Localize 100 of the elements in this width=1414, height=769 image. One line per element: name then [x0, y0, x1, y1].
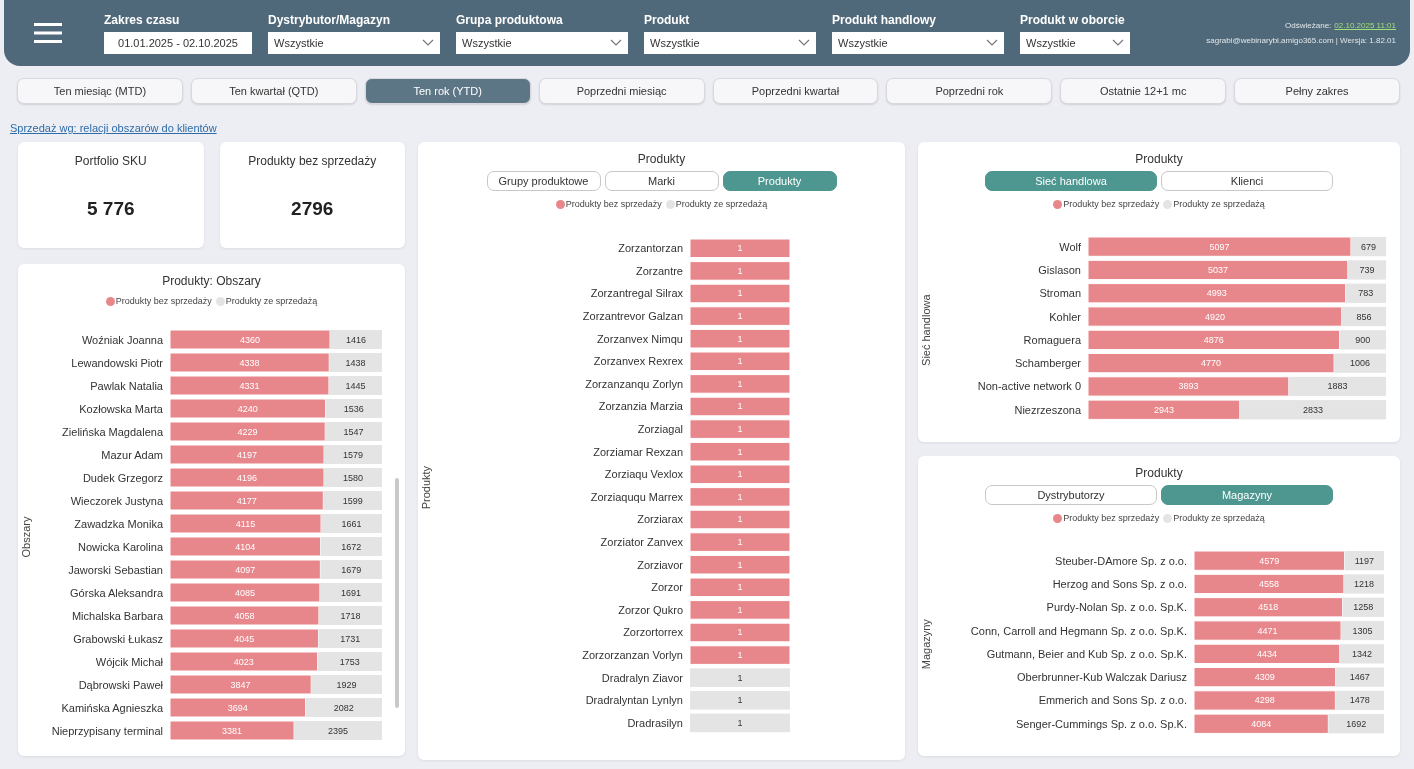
data-label: 4770 [1201, 358, 1222, 369]
category-label: Emmerich and Sons Sp. z o.o. [1038, 694, 1187, 707]
view-toggle[interactable]: Dystrybutorzy [985, 485, 1157, 505]
bar[interactable] [324, 445, 382, 464]
period-tab[interactable]: Ten kwartał (QTD) [190, 78, 357, 104]
data-label: 1342 [1351, 648, 1372, 659]
chart-title: Produkty [1135, 152, 1183, 166]
bar[interactable] [1288, 376, 1386, 397]
category-label: Dradrasilyn [627, 716, 683, 729]
bar[interactable] [1341, 620, 1384, 641]
bar[interactable] [1339, 330, 1386, 350]
data-label: 4084 [1251, 718, 1272, 729]
bar[interactable] [1335, 690, 1384, 711]
view-toggle[interactable]: Marki [604, 171, 719, 191]
period-tab[interactable]: Ten rok (YTD) [364, 78, 531, 104]
category-label: Dąbrowski Paweł [78, 678, 163, 691]
bar[interactable] [294, 721, 382, 740]
category-label: Zorzanvex Rexrex [593, 355, 683, 368]
date-range-field[interactable]: 01.01.2025 - 02.10.2025 [104, 31, 252, 54]
bar[interactable] [1345, 283, 1386, 303]
data-label: 1445 [345, 380, 366, 391]
bar[interactable] [1343, 574, 1384, 594]
bar[interactable] [1341, 306, 1386, 327]
bar[interactable] [311, 675, 382, 694]
bar[interactable] [321, 514, 382, 533]
data-label: 4331 [239, 380, 260, 391]
category-label: Zorziaququ Marrex [590, 490, 683, 503]
bar[interactable] [328, 376, 382, 395]
filter-dropdown[interactable]: Wszystkie [268, 31, 440, 54]
scrollbar[interactable] [395, 478, 399, 708]
bar[interactable] [1350, 237, 1386, 257]
category-label: Stroman [1039, 287, 1081, 300]
period-tab[interactable]: Poprzedni rok [886, 78, 1053, 104]
bar[interactable] [320, 537, 382, 556]
menu-icon[interactable] [34, 22, 62, 44]
bar[interactable] [1344, 551, 1384, 571]
filter-dropdown[interactable]: Wszystkie [456, 31, 628, 54]
category-label: Non-active network 0 [977, 380, 1081, 393]
period-tab[interactable]: Poprzedni miesiąc [538, 78, 705, 104]
category-label: Mazur Adam [101, 448, 163, 461]
data-label: 4045 [234, 633, 255, 644]
category-label: Steuber-DAmore Sp. z o.o. [1055, 554, 1187, 567]
bar[interactable] [323, 491, 382, 510]
data-label: 4298 [1254, 695, 1275, 706]
bar[interactable] [319, 583, 382, 602]
kpi-value: 5 776 [86, 198, 135, 220]
data-label: 1 [737, 265, 743, 276]
data-label: 1218 [1353, 578, 1374, 589]
bar[interactable] [1342, 597, 1384, 617]
bar[interactable] [1335, 667, 1384, 687]
filter-dropdown[interactable]: Wszystkie [832, 31, 1004, 54]
period-tab[interactable]: Poprzedni kwartał [712, 78, 879, 104]
bar[interactable] [305, 698, 382, 717]
bar[interactable] [325, 399, 382, 418]
category-label: Dradralyn Ziavor [601, 671, 683, 684]
report-link[interactable]: Sprzedaż wg: relacji obszarów do klientów [10, 122, 217, 134]
category-label: Zorzortorrex [623, 626, 683, 639]
filter-dropdown[interactable]: Wszystkie [1020, 31, 1130, 54]
bar[interactable] [1334, 353, 1386, 373]
filter-label: Produkt [644, 12, 691, 27]
category-label: Oberbrunner-Kub Walczak Dariusz [1017, 671, 1187, 684]
filter-dropdown[interactable]: Wszystkie [644, 31, 816, 54]
category-label: Pawlak Natalia [90, 379, 163, 392]
data-label: 1 [737, 243, 743, 254]
category-label: Senger-Cummings Sp. z o.o. Sp.K. [1016, 717, 1187, 730]
bar[interactable] [330, 330, 382, 349]
bar[interactable] [325, 422, 382, 441]
data-label: 1883 [1327, 381, 1348, 392]
data-label: 1691 [340, 587, 361, 598]
bar[interactable] [317, 652, 382, 671]
data-label: 1 [737, 469, 743, 480]
category-label: Nieprzypisany terminal [51, 724, 163, 737]
period-tab[interactable]: Ostatnie 12+1 mc [1060, 78, 1227, 104]
data-label: 1580 [343, 472, 363, 483]
bar[interactable] [318, 606, 382, 625]
category-label: Zorzantorzan [618, 242, 683, 255]
chevron-down-icon [798, 38, 810, 47]
axis-title: Sieć handlowa [920, 294, 932, 366]
chevron-down-icon [610, 38, 622, 47]
bar[interactable] [320, 560, 382, 579]
data-label: 1 [737, 537, 743, 548]
period-tab[interactable]: Pełny zakres [1234, 78, 1400, 104]
data-label: 1 [737, 446, 743, 457]
bar[interactable] [1347, 260, 1386, 280]
bar[interactable] [1339, 644, 1384, 664]
bar[interactable] [324, 468, 382, 487]
data-label: 1718 [340, 610, 361, 621]
view-toggle[interactable]: Grupy produktowe [486, 171, 601, 191]
view-toggle[interactable]: Klienci [1161, 171, 1333, 191]
bar[interactable] [329, 353, 382, 372]
refresh-time-link[interactable]: 02.10.2025 11:01 [1334, 21, 1396, 30]
bar[interactable] [318, 629, 382, 648]
category-label: Zorzanzia Marzia [598, 400, 683, 413]
data-label: 5037 [1207, 264, 1228, 275]
data-label: 1 [737, 356, 743, 367]
data-label: 4240 [237, 403, 258, 414]
bar[interactable] [1328, 714, 1384, 734]
data-label: 4177 [236, 495, 257, 506]
category-label: Schamberger [1015, 357, 1081, 370]
period-tab[interactable]: Ten miesiąc (MTD) [17, 78, 183, 104]
